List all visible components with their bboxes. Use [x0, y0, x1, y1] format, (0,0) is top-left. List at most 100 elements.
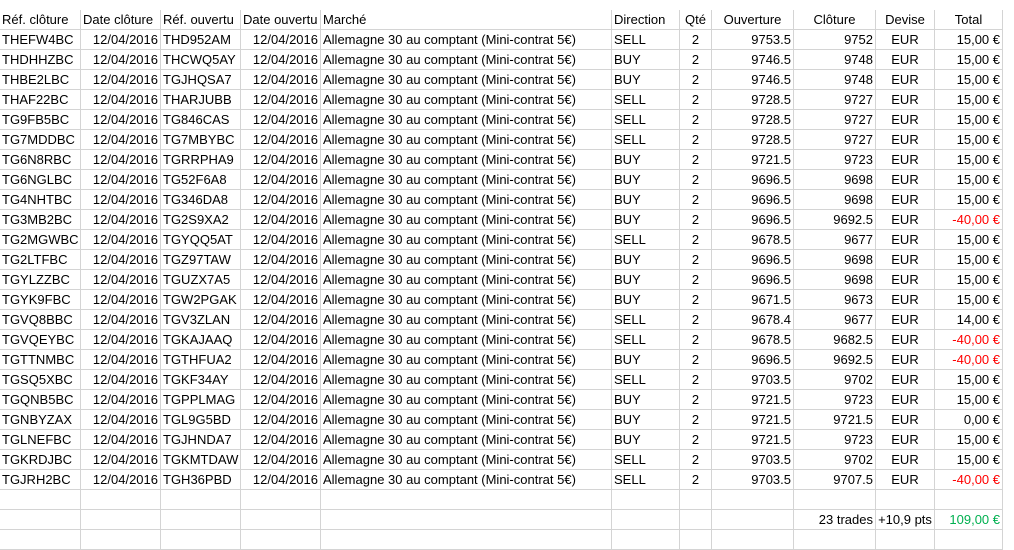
cell-date-ouverture[interactable]: 12/04/2016 — [241, 230, 321, 250]
cell-marche[interactable]: Allemagne 30 au comptant (Mini-contrat 5… — [321, 30, 612, 50]
cell-date-cloture[interactable]: 12/04/2016 — [81, 30, 161, 50]
cell-cloture[interactable]: 9707.5 — [794, 470, 876, 490]
cell-date-ouverture[interactable]: 12/04/2016 — [241, 30, 321, 50]
cell-date-cloture[interactable]: 12/04/2016 — [81, 190, 161, 210]
cell-ref-ouverture[interactable]: TG2S9XA2 — [161, 210, 241, 230]
cell-ouverture[interactable]: 9696.5 — [712, 170, 794, 190]
empty-cell[interactable] — [0, 530, 81, 550]
cell-ouverture[interactable]: 9746.5 — [712, 70, 794, 90]
empty-cell[interactable] — [876, 530, 935, 550]
cell-cloture[interactable]: 9692.5 — [794, 350, 876, 370]
cell-ref-ouverture[interactable]: TGYQQ5AT — [161, 230, 241, 250]
empty-cell[interactable] — [680, 510, 712, 530]
cell-marche[interactable]: Allemagne 30 au comptant (Mini-contrat 5… — [321, 190, 612, 210]
cell-ref-cloture[interactable]: TG4NHTBC — [0, 190, 81, 210]
cell-marche[interactable]: Allemagne 30 au comptant (Mini-contrat 5… — [321, 470, 612, 490]
cell-direction[interactable]: BUY — [612, 270, 680, 290]
cell-ref-cloture[interactable]: TGVQ8BBC — [0, 310, 81, 330]
header-date-ouverture[interactable]: Date ouvertu — [241, 10, 321, 30]
cell-total[interactable]: 15,00 € — [935, 170, 1003, 190]
cell-direction[interactable]: BUY — [612, 250, 680, 270]
cell-quantite[interactable]: 2 — [680, 110, 712, 130]
cell-ouverture[interactable]: 9721.5 — [712, 430, 794, 450]
cell-ref-ouverture[interactable]: TG846CAS — [161, 110, 241, 130]
cell-ouverture[interactable]: 9696.5 — [712, 190, 794, 210]
cell-quantite[interactable]: 2 — [680, 170, 712, 190]
cell-total[interactable]: 15,00 € — [935, 250, 1003, 270]
cell-ref-ouverture[interactable]: TGPPLMAG — [161, 390, 241, 410]
cell-devise[interactable]: EUR — [876, 470, 935, 490]
cell-date-cloture[interactable]: 12/04/2016 — [81, 430, 161, 450]
cell-quantite[interactable]: 2 — [680, 130, 712, 150]
cell-ref-ouverture[interactable]: TG7MBYBC — [161, 130, 241, 150]
cell-quantite[interactable]: 2 — [680, 230, 712, 250]
cell-marche[interactable]: Allemagne 30 au comptant (Mini-contrat 5… — [321, 70, 612, 90]
cell-direction[interactable]: SELL — [612, 90, 680, 110]
cell-date-ouverture[interactable]: 12/04/2016 — [241, 430, 321, 450]
empty-cell[interactable] — [876, 490, 935, 510]
header-quantite[interactable]: Qté — [680, 10, 712, 30]
cell-direction[interactable]: BUY — [612, 50, 680, 70]
cell-cloture[interactable]: 9721.5 — [794, 410, 876, 430]
cell-date-ouverture[interactable]: 12/04/2016 — [241, 150, 321, 170]
cell-marche[interactable]: Allemagne 30 au comptant (Mini-contrat 5… — [321, 450, 612, 470]
cell-ref-cloture[interactable]: THBE2LBC — [0, 70, 81, 90]
cell-date-ouverture[interactable]: 12/04/2016 — [241, 190, 321, 210]
cell-ouverture[interactable]: 9728.5 — [712, 110, 794, 130]
cell-direction[interactable]: BUY — [612, 430, 680, 450]
cell-ouverture[interactable]: 9671.5 — [712, 290, 794, 310]
cell-cloture[interactable]: 9727 — [794, 90, 876, 110]
cell-total[interactable]: 15,00 € — [935, 430, 1003, 450]
cell-date-cloture[interactable]: 12/04/2016 — [81, 470, 161, 490]
cell-devise[interactable]: EUR — [876, 310, 935, 330]
cell-ouverture[interactable]: 9721.5 — [712, 150, 794, 170]
cell-quantite[interactable]: 2 — [680, 210, 712, 230]
cell-date-cloture[interactable]: 12/04/2016 — [81, 250, 161, 270]
empty-cell[interactable] — [81, 490, 161, 510]
cell-ref-ouverture[interactable]: TGTHFUA2 — [161, 350, 241, 370]
cell-direction[interactable]: SELL — [612, 370, 680, 390]
cell-ref-ouverture[interactable]: TGV3ZLAN — [161, 310, 241, 330]
empty-cell[interactable] — [680, 490, 712, 510]
cell-date-cloture[interactable]: 12/04/2016 — [81, 290, 161, 310]
cell-ref-cloture[interactable]: TGNBYZAX — [0, 410, 81, 430]
cell-ref-cloture[interactable]: TG9FB5BC — [0, 110, 81, 130]
cell-devise[interactable]: EUR — [876, 130, 935, 150]
cell-date-ouverture[interactable]: 12/04/2016 — [241, 290, 321, 310]
cell-total[interactable]: 14,00 € — [935, 310, 1003, 330]
cell-ref-cloture[interactable]: TG2LTFBC — [0, 250, 81, 270]
cell-total[interactable]: -40,00 € — [935, 330, 1003, 350]
empty-cell[interactable] — [612, 530, 680, 550]
cell-cloture[interactable]: 9723 — [794, 390, 876, 410]
cell-date-cloture[interactable]: 12/04/2016 — [81, 330, 161, 350]
cell-quantite[interactable]: 2 — [680, 90, 712, 110]
cell-cloture[interactable]: 9723 — [794, 430, 876, 450]
cell-ref-ouverture[interactable]: TGW2PGAK — [161, 290, 241, 310]
cell-devise[interactable]: EUR — [876, 190, 935, 210]
cell-ouverture[interactable]: 9728.5 — [712, 90, 794, 110]
cell-devise[interactable]: EUR — [876, 290, 935, 310]
cell-date-cloture[interactable]: 12/04/2016 — [81, 310, 161, 330]
cell-date-ouverture[interactable]: 12/04/2016 — [241, 50, 321, 70]
cell-cloture[interactable]: 9698 — [794, 270, 876, 290]
cell-quantite[interactable]: 2 — [680, 190, 712, 210]
cell-total[interactable]: 15,00 € — [935, 30, 1003, 50]
cell-direction[interactable]: SELL — [612, 110, 680, 130]
cell-date-ouverture[interactable]: 12/04/2016 — [241, 110, 321, 130]
empty-cell[interactable] — [794, 530, 876, 550]
cell-date-cloture[interactable]: 12/04/2016 — [81, 130, 161, 150]
empty-cell[interactable] — [321, 510, 612, 530]
cell-cloture[interactable]: 9682.5 — [794, 330, 876, 350]
cell-direction[interactable]: SELL — [612, 130, 680, 150]
cell-direction[interactable]: BUY — [612, 70, 680, 90]
cell-quantite[interactable]: 2 — [680, 310, 712, 330]
cell-date-ouverture[interactable]: 12/04/2016 — [241, 270, 321, 290]
cell-quantite[interactable]: 2 — [680, 290, 712, 310]
cell-devise[interactable]: EUR — [876, 410, 935, 430]
cell-ouverture[interactable]: 9703.5 — [712, 470, 794, 490]
empty-cell[interactable] — [161, 510, 241, 530]
cell-ref-ouverture[interactable]: TG52F6A8 — [161, 170, 241, 190]
cell-date-ouverture[interactable]: 12/04/2016 — [241, 250, 321, 270]
header-total[interactable]: Total — [935, 10, 1003, 30]
cell-date-cloture[interactable]: 12/04/2016 — [81, 90, 161, 110]
